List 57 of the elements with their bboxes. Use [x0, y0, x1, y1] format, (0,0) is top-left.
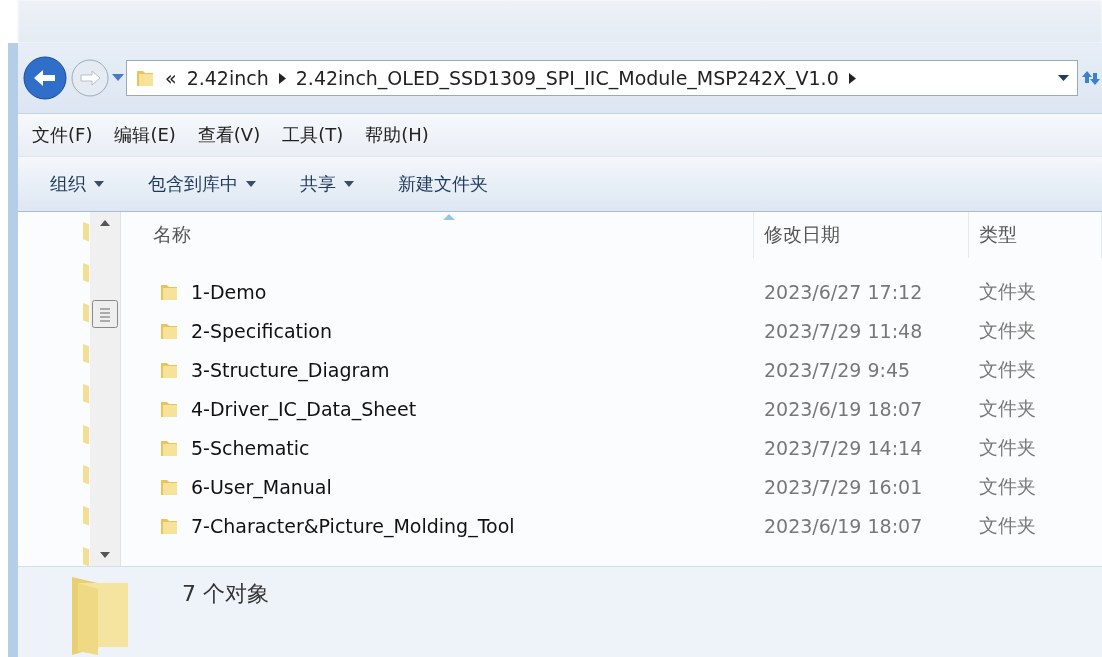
file-type: 文件夹 [978, 434, 1037, 460]
file-type: 文件夹 [978, 356, 1037, 382]
breadcrumb[interactable]: 2.42inch_OLED_SSD1309_SPI_IIC_Module_MSP242X_V1.0 [295, 67, 839, 89]
file-name: 3-Structure_Diagram [121, 358, 754, 381]
menu-item[interactable]: 文件(F) [32, 123, 93, 147]
file-name: 4-Driver_IC_Data_Sheet [121, 397, 754, 420]
modified-date: 2023/7/29 9:45 [763, 358, 912, 381]
file-type: 文件夹 [978, 317, 1037, 343]
modified-date: 2023/7/29 11:48 [763, 319, 924, 342]
caret-icon [94, 181, 104, 187]
chevron-icon[interactable] [278, 72, 286, 84]
toolbar-button[interactable]: 包含到库中 [148, 172, 256, 196]
file-row[interactable]: 3-Structure_Diagram 2023/7/29 9:45 文件夹 [121, 350, 1102, 389]
file-name: 5-Schematic [121, 436, 754, 459]
caret-icon[interactable] [1058, 75, 1069, 81]
address-bar[interactable]: « 2.42inch 2.42inch_OLED_SSD1309_SPI_IIC_Module_MSP242X_V1.0 [126, 60, 1078, 96]
folder-icon [135, 68, 155, 88]
file-row[interactable]: 4-Driver_IC_Data_Sheet 2023/6/19 18:07 文件夹 [121, 389, 1102, 428]
sort-arrow-icon [443, 214, 455, 220]
file-type: 文件夹 [978, 395, 1037, 421]
modified-date: 2023/6/27 17:12 [763, 280, 924, 303]
file-name: 7-Character&Picture_Molding_Tool [121, 514, 754, 537]
file-type: 文件夹 [978, 278, 1037, 304]
scrollbar[interactable] [90, 212, 121, 566]
modified-date: 2023/7/29 16:01 [763, 475, 924, 498]
modified-date: 2023/6/19 18:07 [763, 514, 924, 537]
breadcrumb[interactable]: 2.42inch [186, 67, 269, 89]
scroll-down-icon[interactable] [100, 552, 110, 558]
file-row[interactable]: 5-Schematic 2023/7/29 14:14 文件夹 [121, 428, 1102, 467]
column-header[interactable]: 修改日期 [754, 212, 969, 258]
modified-date: 2023/6/19 18:07 [763, 397, 924, 420]
file-name: 2-Specification [121, 319, 754, 342]
caret-icon [246, 181, 256, 187]
file-name: 1-Demo [121, 280, 754, 303]
column-header[interactable]: 类型 [969, 212, 1102, 258]
file-name: 6-User_Manual [121, 475, 754, 498]
scroll-thumb[interactable] [92, 300, 118, 328]
chevron-icon[interactable] [848, 72, 856, 84]
file-type: 文件夹 [978, 473, 1037, 499]
file-type: 文件夹 [978, 512, 1037, 538]
file-row[interactable]: 7-Character&Picture_Molding_Tool 2023/6/19 18:07 文件夹 [121, 506, 1102, 545]
toolbar-button[interactable]: 组织 [50, 172, 104, 196]
file-row[interactable]: 2-Specification 2023/7/29 11:48 文件夹 [121, 311, 1102, 350]
caret-icon [344, 181, 354, 187]
back-button[interactable] [22, 55, 68, 101]
menu-item[interactable]: 工具(T) [282, 123, 344, 147]
toolbar-button[interactable]: 新建文件夹 [398, 172, 488, 196]
file-row[interactable]: 1-Demo 2023/6/27 17:12 文件夹 [121, 272, 1102, 311]
menu-item[interactable]: 帮助(H) [365, 123, 429, 147]
menu-item[interactable]: 查看(V) [197, 123, 261, 147]
toolbar-button[interactable]: 共享 [300, 172, 354, 196]
modified-date: 2023/7/29 14:14 [763, 436, 924, 459]
file-row[interactable]: 6-User_Manual 2023/7/29 16:01 文件夹 [121, 467, 1102, 506]
overflow-chevron[interactable]: « [165, 67, 177, 89]
item-count: 7 个对象 [182, 580, 269, 608]
scroll-up-icon[interactable] [100, 220, 110, 226]
menu-item[interactable]: 编辑(E) [114, 123, 176, 147]
